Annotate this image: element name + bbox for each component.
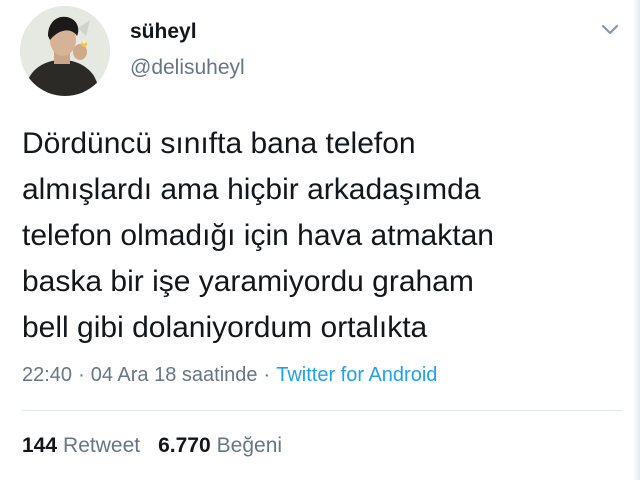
divider — [22, 410, 622, 411]
tweet-text-line: bell gibi dolaniyordum ortalıkta — [22, 311, 428, 344]
tweet-date[interactable]: 04 Ara 18 saatinde — [91, 364, 258, 386]
engagement-stats: 144 Retweet 6.770 Beğeni — [22, 434, 282, 458]
tweet-source-link[interactable]: Twitter for Android — [276, 364, 437, 386]
chevron-down-icon[interactable] — [600, 22, 620, 38]
tweet-text-line: baska bir işe yaramiyordu graham — [22, 265, 474, 298]
tweet-text: Dördüncü sınıfta bana telefon almışlardı… — [22, 121, 622, 351]
tweet-time[interactable]: 22:40 — [22, 364, 72, 386]
avatar-photo — [20, 6, 110, 96]
like-label: Beğeni — [216, 434, 283, 457]
tweet-meta: 22:40 · 04 Ara 18 saatinde · Twitter for And… — [22, 364, 437, 387]
scroll-edge — [632, 0, 640, 480]
retweet-label: Retweet — [63, 434, 141, 457]
retweet-stat[interactable]: 144 Retweet — [22, 434, 140, 458]
like-stat[interactable]: 6.770 Beğeni — [158, 434, 282, 458]
avatar[interactable] — [20, 6, 110, 96]
separator-dot: · — [263, 364, 271, 386]
retweet-count: 144 — [22, 434, 58, 457]
like-count: 6.770 — [158, 434, 211, 457]
display-name[interactable]: süheyl — [130, 20, 197, 44]
user-handle[interactable]: @delisuheyl — [130, 56, 245, 80]
tweet-text-line: Dördüncü sınıfta bana telefon — [22, 127, 416, 160]
tweet-text-line: telefon olmadığı için hava atmaktan — [22, 219, 494, 252]
separator-dot: · — [78, 364, 85, 386]
tweet-card: süheyl @delisuheyl Dördüncü sınıfta bana… — [0, 0, 640, 480]
tweet-text-line: almışlardı ama hiçbir arkadaşımda — [22, 173, 481, 206]
